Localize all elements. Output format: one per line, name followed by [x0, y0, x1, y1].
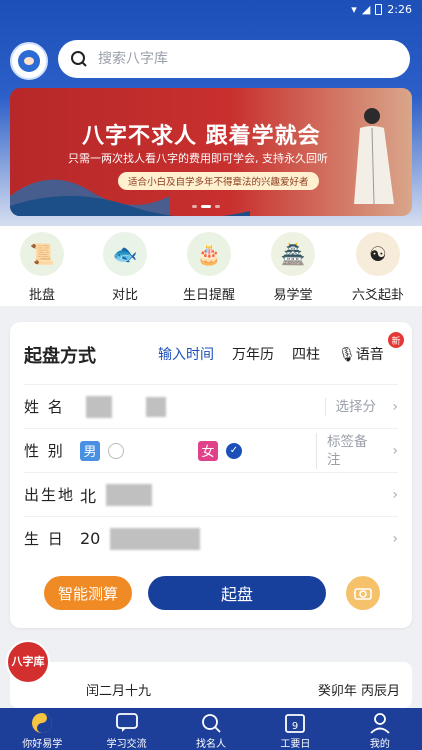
quick-item-liuyao[interactable]: ☯ 六爻起卦 [348, 232, 408, 303]
microphone-icon: 🎙 [338, 347, 356, 363]
new-badge: 新 [388, 332, 404, 348]
svg-text:9: 9 [292, 721, 298, 732]
chart-input-card: 起盘方式 输入时间 万年历 四柱 🎙语音 新 姓 名 选择分 › 性 别 男 女… [10, 322, 412, 628]
cake-icon: 🎂 [187, 232, 231, 276]
search-bar [10, 40, 412, 82]
female-radio[interactable]: ✓ [226, 442, 242, 459]
chevron-right-icon: › [392, 487, 398, 503]
action-buttons: 智能测算 起盘 [44, 576, 382, 610]
birthplace-redacted [106, 483, 153, 506]
chat-icon [115, 711, 139, 735]
nav-item-calendar[interactable]: 9 工要日 [253, 708, 337, 750]
status-bar: ▾ ◢ 2:26 [0, 0, 422, 20]
tag-note[interactable]: 标签备注 [316, 432, 376, 469]
calendar-strip[interactable]: 闰二月十九 癸卯年 丙辰月 [10, 662, 412, 708]
banner-subtitle: 只需一两次找人看八字的费用即可学会, 支持永久回听 [68, 152, 328, 165]
promo-banner[interactable]: 八字不求人 跟着学就会 只需一两次找人看八字的费用即可学会, 支持永久回听 适合… [10, 88, 412, 216]
gender-label: 性 别 [24, 442, 65, 460]
status-time: 2:26 [387, 3, 412, 16]
birthplace-value: 北 [80, 486, 97, 506]
search-icon [199, 711, 223, 735]
birthplace-label: 出生地 [24, 486, 76, 504]
banner-pagination [192, 205, 220, 208]
name-label: 姓 名 [24, 398, 65, 416]
bottom-nav: 你好易学 学习交流 找名人 9 工要日 我的 [0, 708, 422, 750]
card-title: 起盘方式 [24, 346, 96, 367]
banner-title: 八字不求人 跟着学就会 [82, 124, 321, 149]
name-redacted [86, 395, 112, 418]
male-radio[interactable] [108, 442, 124, 459]
search-input[interactable] [98, 51, 378, 67]
nav-item-home[interactable]: 你好易学 [0, 708, 84, 750]
gender-row: 性 别 男 女 ✓ 标签备注 › [24, 428, 398, 472]
search-box[interactable] [58, 40, 410, 78]
bagua-icon: ☯ [356, 232, 400, 276]
avatar-image [18, 50, 40, 72]
nav-item-find[interactable]: 找名人 [169, 708, 253, 750]
birthday-value: 20 [80, 529, 101, 548]
select-group[interactable]: 选择分 [324, 397, 376, 416]
ganzhi-date: 癸卯年 丙辰月 [317, 684, 400, 699]
koi-fish-icon: 🐟 [103, 232, 147, 276]
chevron-right-icon: › [392, 531, 398, 547]
birthday-row[interactable]: 生 日 20 › [24, 516, 398, 560]
female-icon: 女 [198, 440, 218, 461]
quick-menu: 📜 批盘 🐟 对比 🎂 生日提醒 🏯 易学堂 ☯ 六爻起卦 [0, 226, 422, 306]
birthday-redacted [110, 527, 201, 550]
tab-calendar[interactable]: 万年历 [232, 344, 274, 364]
camera-button[interactable] [346, 576, 380, 610]
input-mode-tabs: 输入时间 万年历 四柱 🎙语音 [158, 344, 384, 364]
paper-icon: 📜 [20, 232, 64, 276]
camera-icon [354, 588, 372, 600]
nav-item-me[interactable]: 我的 [338, 708, 422, 750]
name-redacted-2 [146, 396, 166, 417]
chevron-right-icon: › [392, 399, 398, 415]
signal-icon: ◢ [361, 3, 371, 16]
chevron-right-icon: › [392, 443, 398, 459]
tab-four-pillars[interactable]: 四柱 [292, 344, 320, 364]
taiji-icon [30, 711, 54, 735]
quick-item-school[interactable]: 🏯 易学堂 [263, 232, 323, 303]
nav-item-chat[interactable]: 学习交流 [84, 708, 168, 750]
birthplace-row[interactable]: 出生地 北 › [24, 472, 398, 516]
search-icon [71, 51, 87, 67]
battery-icon [375, 4, 383, 15]
wifi-icon: ▾ [351, 3, 357, 16]
bazi-library-float-button[interactable]: 八字库 [6, 640, 50, 684]
banner-tag: 适合小白及自学多年不得章法的兴趣爱好者 [118, 172, 319, 190]
male-icon: 男 [80, 440, 100, 461]
scholar-figure-icon [354, 108, 394, 205]
calendar-icon: 9 [283, 711, 307, 735]
quick-item-pipan[interactable]: 📜 批盘 [12, 232, 72, 303]
start-chart-button[interactable]: 起盘 [148, 576, 326, 610]
user-icon [368, 711, 392, 735]
avatar[interactable] [10, 42, 48, 80]
temple-icon: 🏯 [271, 232, 315, 276]
tab-input-time[interactable]: 输入时间 [158, 344, 214, 364]
tab-voice[interactable]: 🎙语音 [338, 344, 384, 364]
smart-calc-button[interactable]: 智能测算 [44, 576, 132, 610]
birthday-label: 生 日 [24, 530, 65, 548]
quick-item-compare[interactable]: 🐟 对比 [95, 232, 155, 303]
name-row[interactable]: 姓 名 选择分 › [24, 384, 398, 428]
lunar-date: 闰二月十九 [86, 684, 152, 699]
quick-item-birthday[interactable]: 🎂 生日提醒 [179, 232, 239, 303]
